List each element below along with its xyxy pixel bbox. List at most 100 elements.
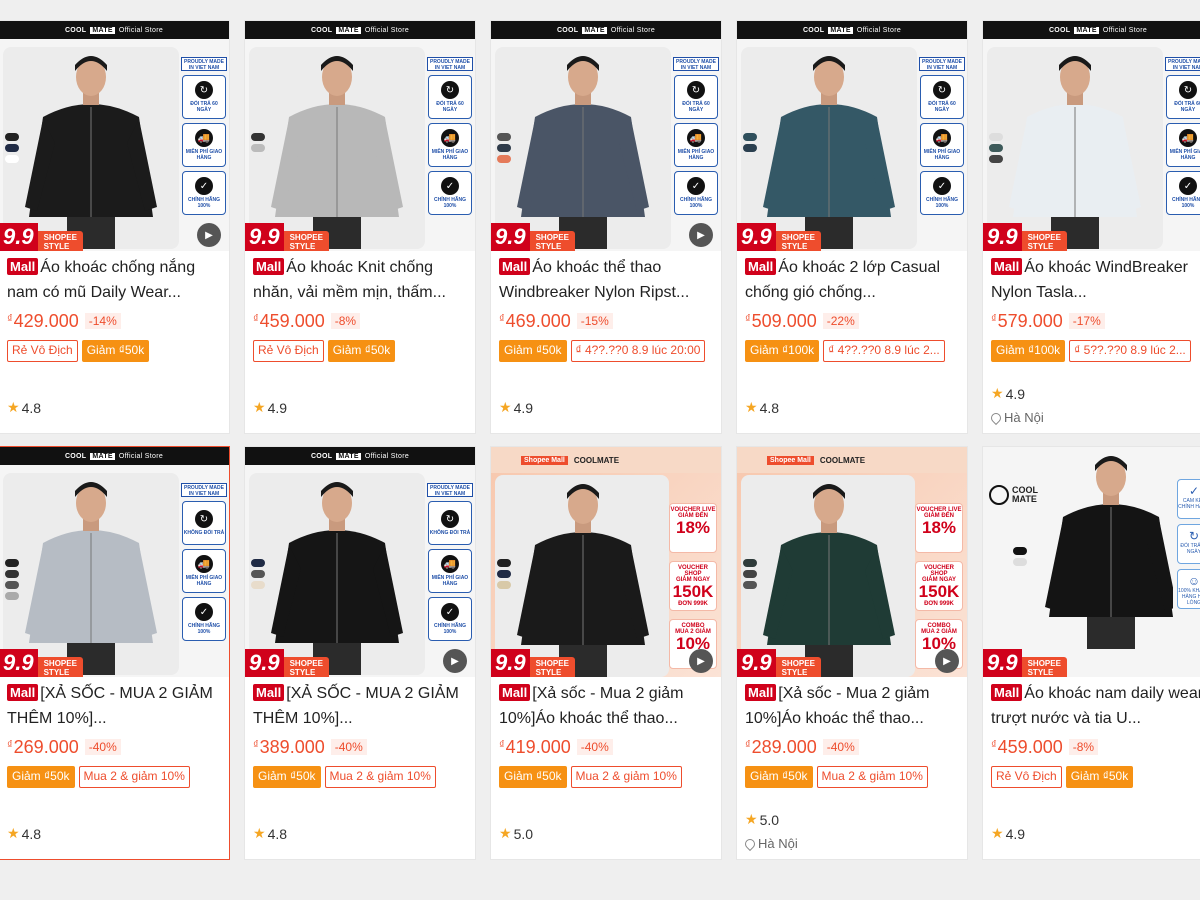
promo-shopee: SHOPEE	[781, 233, 815, 242]
model-photo	[25, 482, 157, 675]
color-swatch[interactable]	[743, 570, 757, 578]
product-card[interactable]: COOLMATEOfficial Store PROUDLY MADE IN VI…	[0, 20, 230, 434]
color-swatch[interactable]	[5, 155, 19, 163]
promo-tag: Rẻ Vô Địch	[253, 340, 324, 362]
color-swatch[interactable]	[251, 144, 265, 152]
star-icon: ★	[7, 825, 20, 841]
product-card[interactable]: COOLMATEOfficial Store PROUDLY MADE IN VI…	[0, 446, 230, 860]
play-video-icon[interactable]: ▶	[689, 649, 713, 673]
color-swatch[interactable]	[743, 144, 757, 152]
mall-badge: Mall	[991, 258, 1023, 275]
free-shipping-badge: 🚚 MIỄN PHÍ GIAO HÀNG	[182, 549, 226, 593]
color-swatch[interactable]	[5, 133, 19, 141]
promo-tags: Giảm ₫50k ₫ 4??.??0 8.9 lúc 20:00	[499, 340, 713, 362]
promo-style-label: SHOPEE STYLE	[529, 657, 575, 677]
color-swatch[interactable]	[497, 155, 511, 163]
product-info: Mall Áo khoác 2 lớp Casual chống gió chốn…	[737, 251, 967, 362]
product-title[interactable]: Mall Áo khoác WindBreaker Nylon Tasla...	[991, 255, 1200, 305]
model-photo	[1045, 456, 1173, 649]
color-swatch[interactable]	[251, 133, 265, 141]
product-image[interactable]: Shopee Mall COOLMATE VOUCHER LIVE GIẢM ĐẾN 1…	[491, 447, 721, 677]
promo-shopee: SHOPEE	[535, 233, 569, 242]
service-badge: ✓CAM KẾT CHÍNH HÃNG	[1177, 479, 1200, 519]
color-swatch[interactable]	[989, 155, 1003, 163]
product-title[interactable]: Mall Áo khoác chống nắng nam có mũ Daily …	[7, 255, 221, 305]
product-card[interactable]: COOLMATEOfficial Store PROUDLY MADE IN VI…	[736, 20, 968, 434]
product-card[interactable]: Shopee Mall COOLMATE VOUCHER LIVE GIẢM ĐẾN 1…	[736, 446, 968, 860]
color-swatch[interactable]	[743, 581, 757, 589]
color-swatch[interactable]	[497, 133, 511, 141]
product-card[interactable]: COOLMATEOfficial Store PROUDLY MADE IN VI…	[244, 446, 476, 860]
product-title[interactable]: Mall Áo khoác nam daily wear trượt nước v…	[991, 681, 1200, 731]
product-title[interactable]: Mall [Xả sốc - Mua 2 giảm 10%]Áo khoác th…	[499, 681, 713, 731]
play-video-icon[interactable]: ▶	[935, 649, 959, 673]
product-title[interactable]: Mall [XẢ SỐC - MUA 2 GIẢM THÊM 10%]...	[7, 681, 221, 731]
discount-badge: -40%	[576, 739, 613, 755]
product-card[interactable]: COOLMATEOfficial Store PROUDLY MADE IN VI…	[490, 20, 722, 434]
product-price: ₫429.000	[7, 311, 79, 332]
color-swatch[interactable]	[5, 570, 19, 578]
product-image[interactable]: COOLMATEOfficial Store PROUDLY MADE IN VI…	[983, 21, 1200, 251]
product-card[interactable]: Shopee Mall COOLMATE VOUCHER LIVE GIẢM ĐẾN 1…	[490, 446, 722, 860]
color-swatch[interactable]	[5, 592, 19, 600]
photo-frame	[987, 47, 1163, 249]
play-video-icon[interactable]: ▶	[689, 223, 713, 247]
currency-symbol: ₫	[253, 738, 259, 751]
product-image[interactable]: COOLMATEOfficial Store PROUDLY MADE IN VI…	[0, 21, 229, 251]
color-swatch[interactable]	[497, 144, 511, 152]
color-swatch[interactable]	[497, 559, 511, 567]
model-photo	[271, 482, 403, 675]
price-row: ₫429.000 -14%	[7, 309, 221, 333]
product-price: ₫389.000	[253, 737, 325, 758]
color-swatch[interactable]	[5, 144, 19, 152]
brand-mate: MATE	[828, 26, 853, 34]
play-video-icon[interactable]: ▶	[443, 649, 467, 673]
color-swatch[interactable]	[251, 581, 265, 589]
free-shipping-badge-text: MIỄN PHÍ GIAO HÀNG	[185, 575, 223, 587]
product-image[interactable]: COOLMATEOfficial Store PROUDLY MADE IN VI…	[491, 21, 721, 251]
product-image[interactable]: COOLMATEOfficial Store PROUDLY MADE IN VI…	[245, 21, 475, 251]
free-shipping-badge-text: MIỄN PHÍ GIAO HÀNG	[431, 149, 469, 161]
color-swatch[interactable]	[497, 570, 511, 578]
return-icon: ↻	[195, 81, 213, 99]
color-swatch[interactable]	[5, 581, 19, 589]
coolmate-logo-icon	[989, 485, 1009, 505]
product-card[interactable]: COOLMATE ✓CAM KẾT CHÍNH HÃNG ↻ĐỔI TRẢ 60 N…	[982, 446, 1200, 860]
product-title[interactable]: Mall [Xả sốc - Mua 2 giảm 10%]Áo khoác th…	[745, 681, 959, 731]
color-swatch[interactable]	[743, 133, 757, 141]
product-info: Mall [XẢ SỐC - MUA 2 GIẢM THÊM 10%]... ₫26…	[0, 677, 229, 788]
product-card[interactable]: COOLMATEOfficial Store PROUDLY MADE IN VI…	[982, 20, 1200, 434]
brand-cool: COOL	[310, 26, 333, 34]
color-swatch[interactable]	[989, 133, 1003, 141]
color-swatch[interactable]	[5, 559, 19, 567]
product-image[interactable]: COOLMATEOfficial Store PROUDLY MADE IN VI…	[0, 447, 229, 677]
product-title[interactable]: Mall Áo khoác thể thao Windbreaker Nylon …	[499, 255, 713, 305]
product-card[interactable]: COOLMATEOfficial Store PROUDLY MADE IN VI…	[244, 20, 476, 434]
color-swatch[interactable]	[1013, 547, 1027, 555]
product-image[interactable]: Shopee Mall COOLMATE VOUCHER LIVE GIẢM ĐẾN 1…	[737, 447, 967, 677]
price-value: 459.000	[259, 310, 325, 331]
product-image[interactable]: COOLMATEOfficial Store PROUDLY MADE IN VI…	[737, 21, 967, 251]
color-swatch[interactable]	[1013, 558, 1027, 566]
color-swatch[interactable]	[497, 581, 511, 589]
color-swatches	[497, 133, 511, 163]
product-title[interactable]: Mall [XẢ SỐC - MUA 2 GIẢM THÊM 10%]...	[253, 681, 467, 731]
color-swatch[interactable]	[251, 570, 265, 578]
color-swatch[interactable]	[989, 144, 1003, 152]
promo-shopee: SHOPEE	[289, 233, 323, 242]
product-title[interactable]: Mall Áo khoác Knit chống nhăn, vải mềm mị…	[253, 255, 467, 305]
play-video-icon[interactable]: ▶	[197, 223, 221, 247]
product-image[interactable]: COOLMATEOfficial Store PROUDLY MADE IN VI…	[245, 447, 475, 677]
promo-style-label: SHOPEE STYLE	[283, 231, 329, 251]
free-shipping-badge: 🚚 MIỄN PHÍ GIAO HÀNG	[428, 123, 472, 167]
model-photo	[1009, 56, 1141, 249]
color-swatch[interactable]	[251, 559, 265, 567]
promo-tag: Mua 2 & giảm 10%	[324, 766, 436, 788]
product-image[interactable]: COOLMATE ✓CAM KẾT CHÍNH HÃNG ↻ĐỔI TRẢ 60 N…	[983, 447, 1200, 677]
mall-badge: Mall	[991, 684, 1023, 701]
product-title[interactable]: Mall Áo khoác 2 lớp Casual chống gió chốn…	[745, 255, 959, 305]
price-row: ₫509.000 -22%	[745, 309, 959, 333]
store-header: COOL MATE Official Store	[245, 447, 475, 465]
service-badges: PROUDLY MADE IN VIET NAM ↻ KHÔNG ĐỔI TRẢ 🚚 M…	[427, 483, 473, 641]
color-swatch[interactable]	[743, 559, 757, 567]
